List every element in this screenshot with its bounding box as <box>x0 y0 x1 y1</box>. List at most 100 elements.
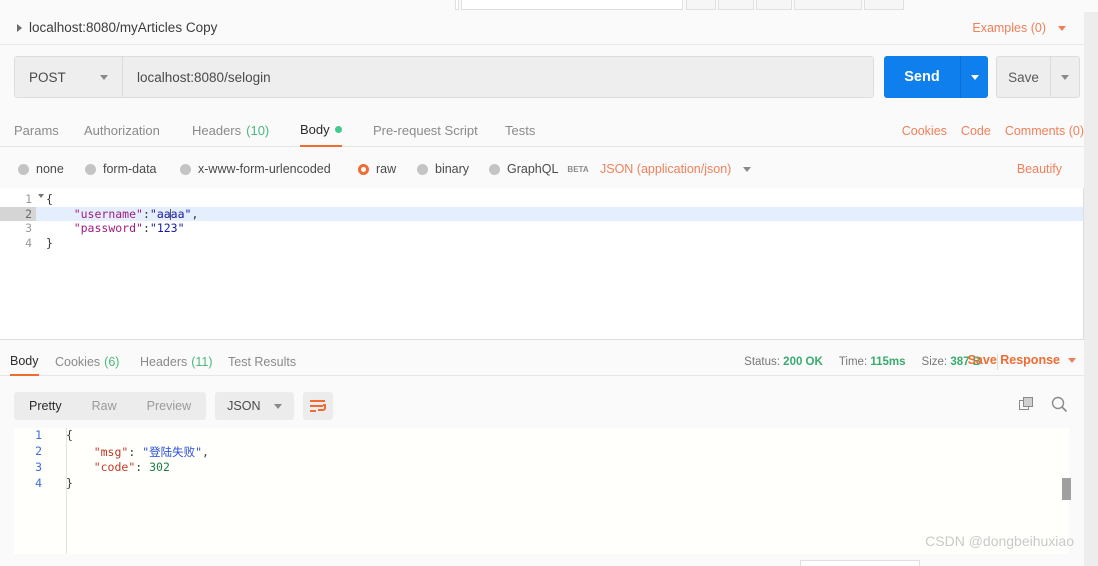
editor-code: } <box>46 235 53 250</box>
status-value: 200 OK <box>783 356 823 368</box>
fold-arrow-icon[interactable] <box>38 194 44 198</box>
save-response-button[interactable]: Save Response <box>968 353 1076 367</box>
view-pretty-button[interactable]: Pretty <box>14 392 77 420</box>
response-vscrollbar-thumb[interactable] <box>1062 478 1071 500</box>
toolbar-cell <box>864 0 904 10</box>
radio-selected-icon <box>358 163 369 175</box>
content-type-value: JSON (application/json) <box>600 162 732 176</box>
copy-icon[interactable] <box>1019 396 1035 413</box>
tab-label: Body <box>300 122 330 137</box>
editor-code: { <box>46 192 53 206</box>
beautify-button[interactable]: Beautify <box>1017 162 1062 176</box>
http-method-select[interactable]: POST <box>15 57 123 97</box>
right-rail <box>1084 12 1098 566</box>
tab-params[interactable]: Params <box>14 116 59 147</box>
watermark: CSDN @dongbeihuxiao <box>925 533 1074 549</box>
radio-icon <box>85 163 96 175</box>
radio-icon <box>180 163 191 175</box>
comments-link[interactable]: Comments (0) <box>1005 124 1084 138</box>
body-type-binary[interactable]: binary <box>417 162 469 176</box>
response-meta: Status: 200 OK Time: 115ms Size: 387 B <box>744 354 998 370</box>
unsaved-dot-icon <box>334 126 342 133</box>
line-number: 1 <box>35 428 42 442</box>
response-line: 3 "code": 302 <box>14 460 1069 476</box>
body-type-label: GraphQL <box>507 162 559 176</box>
editor-line[interactable]: 4 } <box>0 236 1083 251</box>
tab-label: Headers <box>140 355 188 369</box>
view-preview-button[interactable]: Preview <box>132 392 206 420</box>
code-link[interactable]: Code <box>961 124 991 138</box>
body-type-form-data[interactable]: form-data <box>85 162 157 176</box>
response-tab-test-results[interactable]: Test Results <box>228 348 296 376</box>
url-input[interactable] <box>123 57 873 97</box>
tab-count: (10) <box>246 123 270 138</box>
tab-count: (11) <box>191 355 213 369</box>
body-type-label: none <box>36 162 64 176</box>
response-tab-body[interactable]: Body <box>10 348 39 376</box>
bottom-filler <box>0 554 1084 566</box>
tab-label: Params <box>14 123 59 138</box>
toolbar-cell <box>756 0 792 10</box>
triangle-right-icon[interactable] <box>17 23 22 32</box>
tab-authorization[interactable]: Authorization <box>84 116 160 147</box>
time-group: Time: 115ms <box>839 356 906 368</box>
response-body-viewer[interactable]: 1 { 2 "msg": "登陆失败", 3 "code": 302 4 } <box>14 428 1069 554</box>
line-number: 1 <box>25 192 32 206</box>
response-line: 4 } <box>14 476 1069 492</box>
view-raw-button[interactable]: Raw <box>77 392 132 420</box>
chevron-down-icon <box>100 74 108 80</box>
send-button[interactable]: Send <box>884 56 960 98</box>
line-number: 3 <box>35 460 42 474</box>
http-method-value: POST <box>29 69 66 85</box>
editor-line[interactable]: 1 { <box>0 192 1083 207</box>
editor-code: "password":"123" <box>73 221 185 235</box>
toolbar-cell <box>794 0 862 10</box>
toolbar-cell <box>686 0 716 10</box>
body-type-label: raw <box>376 162 397 176</box>
tab-pre-request-script[interactable]: Pre-request Script <box>373 116 478 147</box>
tab-headers[interactable]: Headers (10) <box>192 116 269 147</box>
chevron-down-icon[interactable] <box>1058 26 1066 31</box>
content-type-select[interactable]: JSON (application/json) <box>600 162 752 176</box>
tab-label: Pre-request Script <box>373 123 478 138</box>
time-value: 115ms <box>870 356 906 368</box>
response-view-segmented: Pretty Raw Preview <box>14 392 207 420</box>
toolbar-cell <box>718 0 754 10</box>
radio-icon <box>417 163 428 175</box>
save-options-button[interactable] <box>1050 56 1080 98</box>
page-title: localhost:8080/myArticles Copy <box>29 20 218 35</box>
tab-label: Headers <box>192 123 242 138</box>
body-type-graphql[interactable]: GraphQL BETA <box>489 162 589 176</box>
status-group: Status: 200 OK <box>744 356 823 368</box>
tab-label: Authorization <box>84 123 160 138</box>
response-line: 2 "msg": "登陆失败", <box>14 444 1069 460</box>
response-format-select[interactable]: JSON <box>215 392 295 420</box>
line-number: 4 <box>35 476 42 490</box>
send-options-button[interactable] <box>960 56 988 98</box>
response-format-value: JSON <box>227 399 261 413</box>
editor-line[interactable]: 3 "password":"123" <box>0 221 1083 236</box>
request-body-editor[interactable]: 1 { 2 "username":"aaaa", 3 "password":"1… <box>0 188 1084 340</box>
response-line: 1 { <box>14 428 1069 444</box>
save-response-label: Save Response <box>967 353 1060 367</box>
tab-tests[interactable]: Tests <box>505 116 535 147</box>
examples-link[interactable]: Examples (0) <box>972 21 1046 35</box>
beta-badge: BETA <box>567 164 589 174</box>
word-wrap-button[interactable] <box>303 392 334 420</box>
bottom-panel-tab[interactable] <box>800 560 920 566</box>
tab-body[interactable]: Body <box>300 116 342 147</box>
response-tab-headers[interactable]: Headers (11) <box>140 348 213 376</box>
body-type-raw[interactable]: raw <box>358 162 396 176</box>
body-type-urlencoded[interactable]: x-www-form-urlencoded <box>180 162 331 176</box>
toolbar-cell <box>455 0 459 10</box>
save-button[interactable]: Save <box>996 56 1050 98</box>
body-type-options: none form-data x-www-form-urlencoded raw… <box>0 156 1084 188</box>
search-icon[interactable] <box>1051 396 1068 413</box>
radio-icon <box>489 163 500 175</box>
request-title-row[interactable]: localhost:8080/myArticles Copy <box>17 20 217 35</box>
body-type-none[interactable]: none <box>18 162 64 176</box>
line-number: 2 <box>35 444 42 458</box>
cookies-link[interactable]: Cookies <box>902 124 947 138</box>
editor-line-active[interactable]: 2 "username":"aaaa", <box>0 206 1083 221</box>
response-tab-cookies[interactable]: Cookies (6) <box>55 348 119 376</box>
